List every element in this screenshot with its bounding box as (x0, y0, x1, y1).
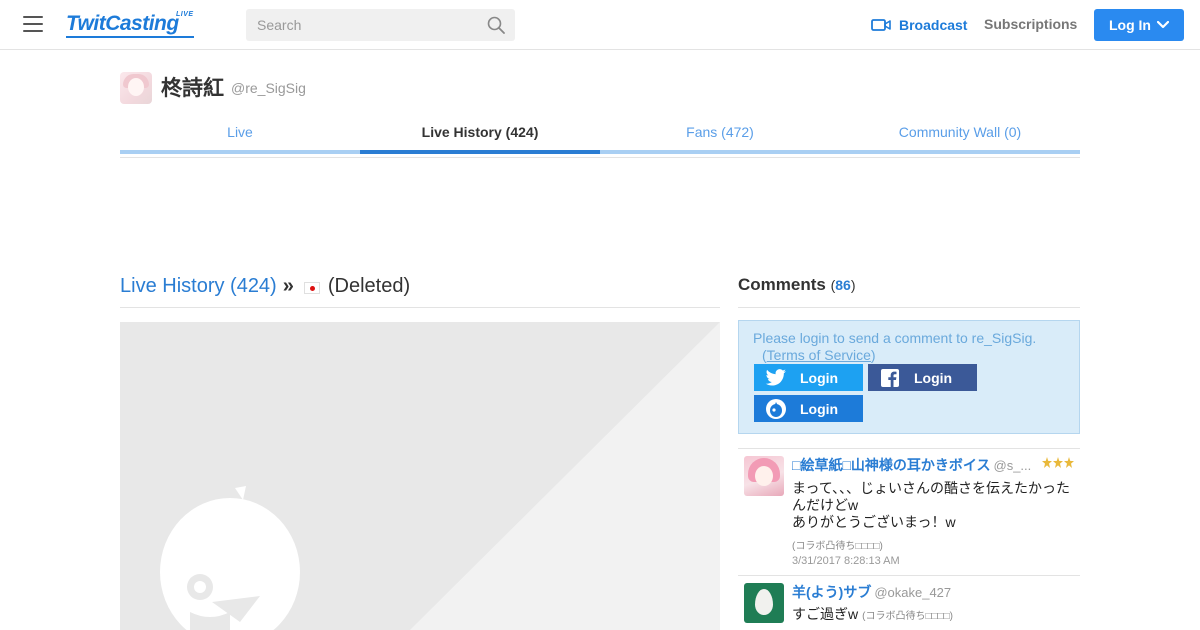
twitcasting-login-button[interactable]: Login (754, 395, 863, 422)
comment-text-row: すご過ぎw (コラボ凸待ち□□□□) (792, 606, 1076, 625)
broadcast-link[interactable]: Broadcast (871, 15, 967, 35)
japan-flag-icon (303, 281, 320, 294)
comment-login-box: Please login to send a comment to re_Sig… (738, 320, 1080, 434)
top-header: TwitCasting LIVE Broadcast Subscriptions… (0, 0, 1200, 50)
menu-icon[interactable] (23, 16, 43, 34)
terms-of-service-link[interactable]: Terms of Service (767, 347, 871, 363)
commenter-name[interactable]: □絵草紙□山神様の耳かきボイス (792, 457, 991, 473)
chevron-down-icon (1157, 21, 1169, 29)
twitter-login-label: Login (800, 369, 839, 386)
facebook-login-button[interactable]: Login (868, 364, 977, 391)
comment-text: すご過ぎw (792, 606, 859, 622)
movie-title: (Deleted) (327, 275, 411, 297)
logo-live-tag: LIVE (176, 11, 194, 18)
twitter-login-button[interactable]: Login (754, 364, 863, 391)
logo-text: TwitCasting (66, 12, 179, 35)
tab-community-wall[interactable]: Community Wall (0) (840, 120, 1080, 154)
comments-title: Comments (738, 275, 826, 294)
supporter-stars-icon (1041, 457, 1074, 468)
tab-divider (120, 157, 1080, 158)
comment-text-line2: ありがとうございまっ！w (792, 514, 956, 530)
commenter-avatar[interactable] (744, 583, 784, 623)
deleted-video-placeholder (120, 322, 720, 630)
terms-row: (Terms of Service) (762, 347, 876, 363)
subscriptions-link[interactable]: Subscriptions (984, 16, 1077, 32)
commenter-avatar[interactable] (744, 456, 784, 496)
commenter-name-row: 羊(よう)サブ @okake_427 (792, 582, 1076, 602)
search-box (246, 9, 515, 41)
login-button[interactable]: Log In (1094, 9, 1184, 41)
video-player[interactable] (120, 322, 720, 630)
comments-divider (738, 307, 1080, 308)
comment-text: まって、、、じょいさんの酷さを伝えたかったんだけどw (792, 480, 1071, 513)
user-avatar[interactable] (120, 72, 152, 104)
live-history-link[interactable]: Live History (424) (120, 275, 277, 298)
video-camera-icon (871, 19, 891, 31)
profile-tabs: Live Live History (424) Fans (472) Commu… (120, 120, 1080, 154)
tab-fans[interactable]: Fans (472) (600, 120, 840, 154)
twitcasting-logo[interactable]: TwitCasting LIVE (66, 9, 198, 41)
heading-divider (120, 307, 720, 308)
facebook-login-label: Login (914, 369, 953, 386)
twitcasting-login-label: Login (800, 400, 839, 417)
comment-item: 羊(よう)サブ @okake_427 すご過ぎw (コラボ凸待ち□□□□) (738, 575, 1080, 630)
comment-item: □絵草紙□山神様の耳かきボイス @s_... まって、、、じょいさんの酷さを伝えた… (738, 448, 1080, 576)
comments-heading: Comments (86) (738, 275, 856, 294)
broadcast-label: Broadcast (899, 17, 968, 33)
twitter-bird-icon (765, 368, 786, 386)
commenter-handle: @s_... (993, 458, 1032, 473)
comment-count[interactable]: 86 (835, 277, 851, 293)
commenter-handle: @okake_427 (874, 585, 952, 600)
search-input[interactable] (246, 9, 476, 41)
login-button-label: Log In (1109, 17, 1151, 33)
commenter-name-row: □絵草紙□山神様の耳かきボイス @s_... (792, 455, 1076, 475)
commenter-name[interactable]: 羊(よう)サブ (792, 584, 871, 600)
breadcrumb-separator: » (282, 275, 294, 297)
tab-live-history[interactable]: Live History (424) (360, 120, 600, 154)
twitcasting-icon (766, 398, 786, 419)
facebook-icon (881, 368, 899, 387)
comment-timestamp[interactable]: 3/31/2017 8:28:13 AM (792, 555, 900, 567)
tab-live[interactable]: Live (120, 120, 360, 154)
user-handle: @re_SigSig (231, 80, 306, 96)
search-icon[interactable] (487, 16, 505, 34)
movie-heading: Live History (424) » (Deleted) (120, 275, 410, 298)
commenter-subtitle: (コラボ凸待ち□□□□) (862, 611, 953, 622)
commenter-subtitle: (コラボ凸待ち□□□□) (792, 541, 883, 552)
user-display-name[interactable]: 柊詩紅 (161, 72, 224, 102)
login-prompt: Please login to send a comment to re_Sig… (753, 330, 1037, 346)
